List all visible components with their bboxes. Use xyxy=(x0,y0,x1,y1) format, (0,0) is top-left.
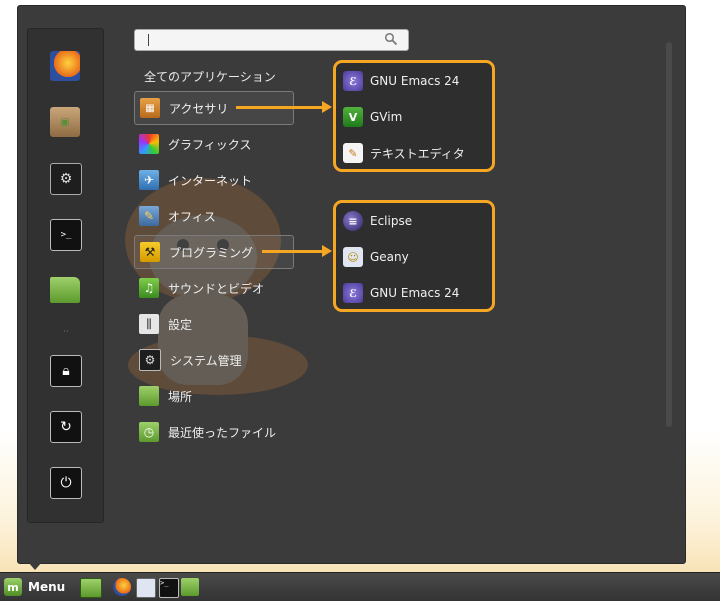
system-settings-icon[interactable]: ⚙ xyxy=(50,163,82,195)
app-eclipse[interactable]: ≡ Eclipse xyxy=(336,203,492,239)
app-label: テキストエディタ xyxy=(370,146,465,161)
settings-icon: ⫼ xyxy=(139,314,159,334)
mint-logo-icon: m xyxy=(4,578,22,596)
menu-label: Menu xyxy=(28,580,66,594)
search-icon xyxy=(384,32,398,46)
category-label: プログラミング xyxy=(169,245,254,260)
category-internet[interactable]: ✈ インターネット xyxy=(134,163,294,197)
category-label: サウンドとビデオ xyxy=(168,281,265,296)
category-label: アクセサリ xyxy=(169,101,229,116)
favorites-sidebar: ▣ ⚙ >_ ·· 🔒︎ ↻ ⏻ xyxy=(27,28,104,523)
app-label: GNU Emacs 24 xyxy=(370,74,460,88)
app-geany[interactable]: ☺ Geany xyxy=(336,239,492,275)
sound-video-icon: ♫ xyxy=(139,278,159,298)
category-label: システム管理 xyxy=(170,353,242,368)
annotation-arrow-accessories xyxy=(236,106,324,109)
search-input[interactable] xyxy=(134,29,409,51)
emacs-icon: ℰ xyxy=(343,71,363,91)
app-label: Eclipse xyxy=(370,214,413,228)
text-caret xyxy=(148,34,149,46)
text-editor-icon: ✎ xyxy=(343,143,363,163)
annotation-arrowhead xyxy=(322,245,332,257)
graphics-icon xyxy=(139,134,159,154)
favorites-separator: ·· xyxy=(63,327,69,337)
category-label: 最近使ったファイル xyxy=(168,425,277,440)
app-emacs[interactable]: ℰ GNU Emacs 24 xyxy=(336,63,492,99)
programming-icon: ⚒ xyxy=(140,242,160,262)
app-label: Geany xyxy=(370,250,409,264)
system-admin-icon: ⚙ xyxy=(139,349,161,371)
category-label: グラフィックス xyxy=(168,137,252,152)
menu-button[interactable]: m Menu xyxy=(4,577,65,597)
category-sound-video[interactable]: ♫ サウンドとビデオ xyxy=(134,271,294,305)
logout-icon[interactable]: ↻ xyxy=(50,411,82,443)
files-icon[interactable] xyxy=(181,578,199,596)
eclipse-icon: ≡ xyxy=(343,211,363,231)
emacs-icon: ℰ xyxy=(343,283,363,303)
files-icon[interactable] xyxy=(50,277,80,303)
app-label: GVim xyxy=(370,110,403,124)
shutdown-icon[interactable]: ⏻ xyxy=(50,467,82,499)
terminal-icon[interactable]: >_ xyxy=(159,578,179,598)
terminal-icon[interactable]: >_ xyxy=(50,219,82,251)
category-label: インターネット xyxy=(168,173,253,188)
annotation-arrowhead xyxy=(322,101,332,113)
lock-screen-icon[interactable]: 🔒︎ xyxy=(50,355,82,387)
office-icon: ✎ xyxy=(139,206,159,226)
app-emacs[interactable]: ℰ GNU Emacs 24 xyxy=(336,275,492,311)
accessories-apps-callout: ℰ GNU Emacs 24 V GVim ✎ テキストエディタ xyxy=(333,60,495,172)
app-text-editor[interactable]: ✎ テキストエディタ xyxy=(336,135,492,171)
firefox-icon[interactable] xyxy=(50,51,80,81)
category-label: 場所 xyxy=(168,389,193,404)
category-settings[interactable]: ⫼ 設定 xyxy=(134,307,294,341)
places-icon xyxy=(139,386,159,406)
category-system-admin[interactable]: ⚙ システム管理 xyxy=(134,343,294,377)
app-label: GNU Emacs 24 xyxy=(370,286,460,300)
finder-icon[interactable] xyxy=(136,578,156,598)
show-desktop-icon[interactable] xyxy=(80,578,102,598)
gvim-icon: V xyxy=(343,107,363,127)
annotation-arrow-programming xyxy=(262,250,324,253)
scrollbar[interactable] xyxy=(666,42,672,427)
software-manager-icon[interactable]: ▣ xyxy=(50,107,80,137)
category-recent-files[interactable]: ◷ 最近使ったファイル xyxy=(134,415,294,449)
geany-icon: ☺ xyxy=(343,247,363,267)
internet-icon: ✈ xyxy=(139,170,159,190)
recent-files-icon: ◷ xyxy=(139,422,159,442)
category-label: 設定 xyxy=(168,317,193,332)
category-office[interactable]: ✎ オフィス xyxy=(134,199,294,233)
app-gvim[interactable]: V GVim xyxy=(336,99,492,135)
firefox-icon[interactable] xyxy=(113,578,131,596)
category-label: オフィス xyxy=(168,209,216,224)
accessories-icon: ▦ xyxy=(140,98,160,118)
category-places[interactable]: 場所 xyxy=(134,379,294,413)
all-applications[interactable]: 全てのアプリケーション xyxy=(144,68,276,85)
menu-pointer xyxy=(28,562,42,570)
taskbar: m Menu >_ xyxy=(0,572,720,601)
category-graphics[interactable]: グラフィックス xyxy=(134,127,294,161)
programming-apps-callout: ≡ Eclipse ☺ Geany ℰ GNU Emacs 24 xyxy=(333,200,495,312)
